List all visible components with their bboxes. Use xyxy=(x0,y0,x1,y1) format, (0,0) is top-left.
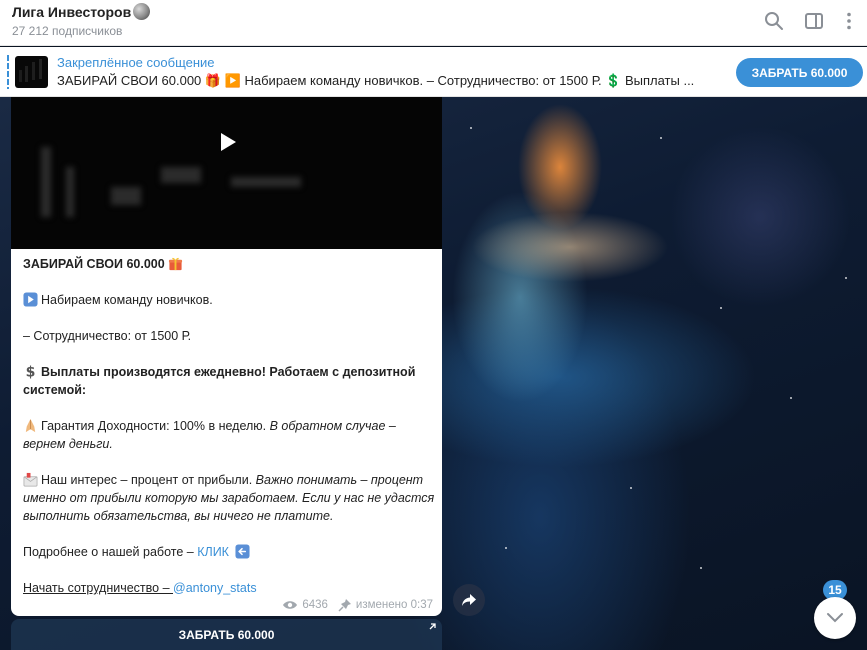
pinned-text: ЗАБИРАЙ СВОИ 60.000 🎁 ▶️ Набираем команд… xyxy=(57,73,695,88)
start-text[interactable]: Начать сотрудничество – xyxy=(23,581,173,595)
star xyxy=(720,307,722,309)
share-arrow-icon xyxy=(462,594,476,606)
view-count: 6436 xyxy=(302,599,328,611)
guarantee-text: Гарантия Доходности: 100% в неделю. xyxy=(41,419,270,433)
message-line2: – Сотрудничество: от 1500 Р. xyxy=(23,329,192,343)
chat-header: Лига Инвесторов 27 212 подписчиков xyxy=(0,0,867,46)
svg-text:$: $ xyxy=(26,365,36,379)
star xyxy=(505,547,507,549)
external-link-icon xyxy=(429,623,436,630)
click-link[interactable]: КЛИК xyxy=(197,545,229,559)
blur-shape xyxy=(111,187,141,205)
share-button[interactable] xyxy=(453,584,485,616)
star xyxy=(470,127,472,129)
pinned-claim-button[interactable]: ЗАБРАТЬ 60.000 xyxy=(736,58,863,87)
pin-icon xyxy=(338,599,351,612)
chevron-down-icon xyxy=(827,613,843,623)
pinned-label: Закреплённое сообщение xyxy=(57,55,215,70)
message-text: ЗАБИРАЙ СВОИ 60.000 Набираем команду нов… xyxy=(23,255,435,615)
inline-claim-label: ЗАБРАТЬ 60.000 xyxy=(178,627,275,642)
star xyxy=(700,567,702,569)
message-meta: 6436 изменено 0:37 xyxy=(282,598,433,612)
star xyxy=(660,137,662,139)
pinned-thumbnail xyxy=(15,56,48,88)
mailbox-icon xyxy=(23,472,38,487)
blur-shape xyxy=(231,177,301,187)
more-text: Подробнее о нашей работе – xyxy=(23,545,198,559)
gift-icon xyxy=(169,257,183,271)
message-bubble[interactable]: ЗАБИРАЙ СВОИ 60.000 Набираем команду нов… xyxy=(11,97,442,616)
username-link[interactable]: @antony_stats xyxy=(173,581,257,595)
pinned-message-bar[interactable]: Закреплённое сообщение ЗАБИРАЙ СВОИ 60.0… xyxy=(0,47,867,97)
dollar-icon: $ xyxy=(26,365,36,379)
search-icon[interactable] xyxy=(763,10,785,32)
play-icon[interactable] xyxy=(218,131,238,153)
interest-text: Наш интерес – процент от прибыли. xyxy=(41,473,256,487)
chat-area[interactable]: ЗАБИРАЙ СВОИ 60.000 Набираем команду нов… xyxy=(0,97,867,650)
star xyxy=(630,487,632,489)
left-arrow-icon xyxy=(235,544,250,559)
blur-shape xyxy=(41,147,51,217)
message-line1: Набираем команду новичков. xyxy=(41,293,213,307)
star xyxy=(845,277,847,279)
edited-label: изменено 0:37 xyxy=(355,599,433,611)
channel-name[interactable]: Лига Инвесторов xyxy=(12,4,131,20)
moon-emoji-icon xyxy=(133,3,151,20)
channel-title[interactable]: Лига Инвесторов xyxy=(12,3,151,20)
star xyxy=(790,397,792,399)
more-vertical-icon[interactable] xyxy=(838,10,860,32)
pinned-indicator xyxy=(7,55,9,89)
payouts-text: Выплаты производятся ежедневно! Работаем… xyxy=(23,365,416,397)
praying-hands-icon xyxy=(25,418,36,433)
subscriber-count: 27 212 подписчиков xyxy=(12,24,123,38)
blur-shape xyxy=(161,167,201,183)
sidebar-toggle-icon[interactable] xyxy=(803,10,825,32)
eye-icon xyxy=(283,601,298,609)
scroll-down-button[interactable] xyxy=(814,597,856,639)
play-button-icon xyxy=(23,292,38,307)
inline-claim-button[interactable]: ЗАБРАТЬ 60.000 xyxy=(11,619,442,650)
blur-shape xyxy=(66,167,74,217)
message-title: ЗАБИРАЙ СВОИ 60.000 xyxy=(23,257,165,271)
video-preview[interactable] xyxy=(11,97,442,249)
